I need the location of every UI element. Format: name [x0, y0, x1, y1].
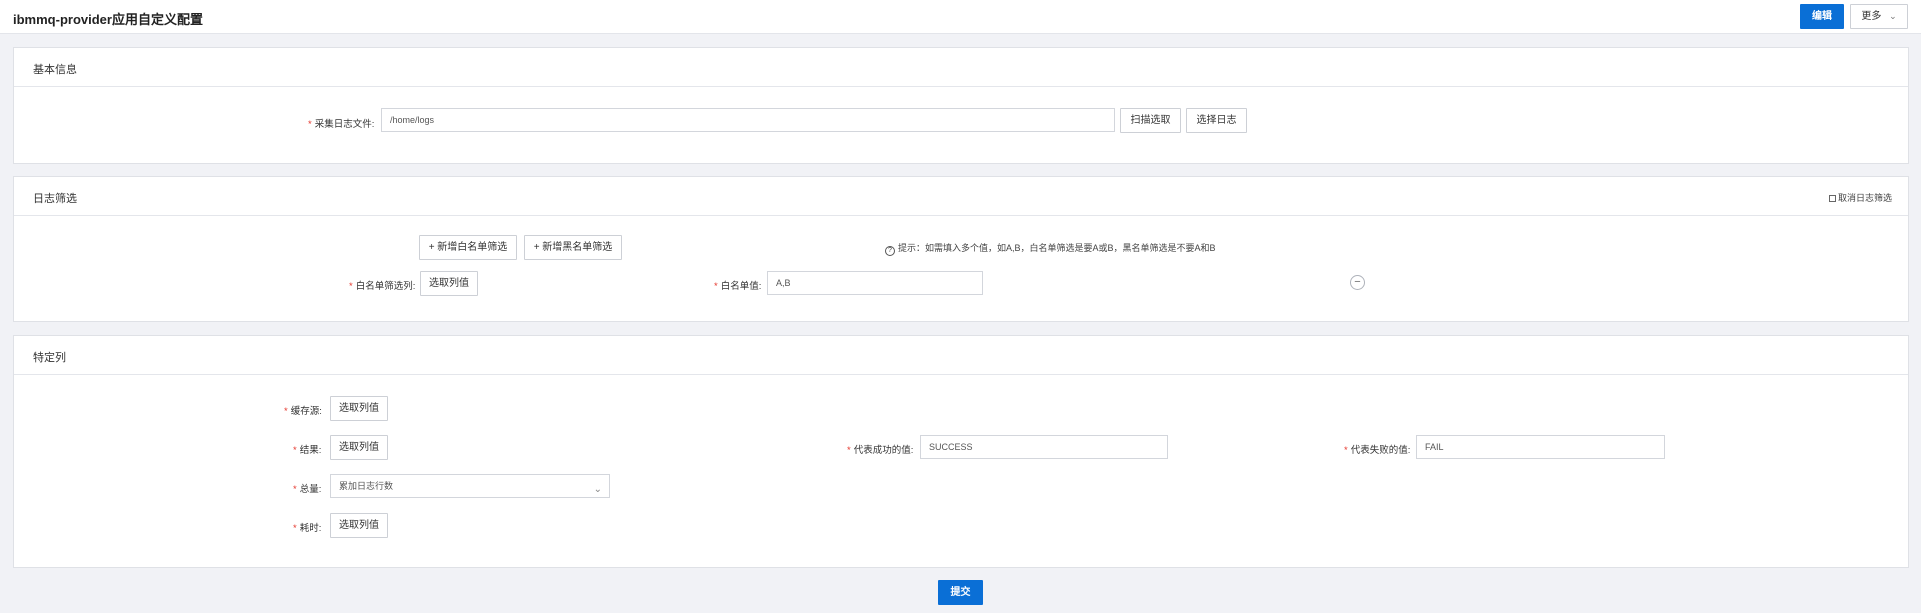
required-marker: *	[284, 406, 288, 417]
basic-info-title: 基本信息	[33, 64, 77, 76]
add-blacklist-button[interactable]: + 新增黑名单筛选	[524, 235, 622, 260]
cancel-icon	[1828, 195, 1836, 202]
whitelist-value-input[interactable]: A,B	[767, 271, 983, 295]
whitelist-column-label: * 白名单筛选列:	[349, 281, 416, 292]
required-marker: *	[847, 445, 851, 456]
select-log-button[interactable]: 选择日志	[1186, 108, 1247, 133]
filter-hint: ? 提示：如需填入多个值，如A,B，白名单筛选是要A或B，黑名单筛选是不要A和B	[885, 241, 1216, 256]
scan-select-button[interactable]: 扫描选取	[1120, 108, 1181, 133]
total-select-value: 累加日志行数	[339, 481, 394, 491]
specific-columns-card: 特定列 * 缓存源: 选取列值 * 结果: 选取列值 * 代表成功的值: SUCCES…	[13, 335, 1909, 568]
top-bar: ibmmq-provider应用自定义配置 编辑 更多 ⌄	[0, 0, 1921, 34]
log-filter-header: 日志筛选 取消日志筛选	[14, 177, 1908, 216]
whitelist-select-column-button[interactable]: 选取列值	[420, 271, 478, 296]
required-marker: *	[714, 281, 718, 292]
total-select[interactable]: 累加日志行数 ⌄	[330, 474, 610, 498]
result-label: * 结果:	[293, 445, 322, 456]
required-marker: *	[349, 281, 353, 292]
cache-source-label: * 缓存源:	[284, 406, 322, 417]
basic-info-header: 基本信息	[14, 48, 1908, 87]
success-value-label: * 代表成功的值:	[847, 445, 914, 456]
required-marker: *	[293, 445, 297, 456]
success-value-input[interactable]: SUCCESS	[920, 435, 1168, 459]
fail-value-label: * 代表失败的值:	[1344, 445, 1411, 456]
fail-value-input[interactable]: FAIL	[1416, 435, 1665, 459]
basic-info-card: 基本信息 * 采集日志文件: /home/logs 扫描选取 选择日志	[13, 47, 1909, 164]
duration-label: * 耗时:	[293, 523, 322, 534]
total-label: * 总量:	[293, 484, 322, 495]
whitelist-value-label: * 白名单值:	[714, 281, 762, 292]
required-marker: *	[293, 523, 297, 534]
log-filter-title: 日志筛选	[33, 193, 77, 205]
log-file-label: * 采集日志文件:	[308, 119, 375, 130]
question-icon: ?	[885, 246, 895, 256]
page-title: ibmmq-provider应用自定义配置	[13, 12, 203, 27]
required-marker: *	[308, 119, 312, 130]
chevron-down-icon: ⌄	[1889, 11, 1897, 21]
edit-button[interactable]: 编辑	[1800, 4, 1844, 29]
more-button[interactable]: 更多 ⌄	[1850, 4, 1908, 29]
more-button-label: 更多	[1861, 11, 1882, 22]
log-file-input[interactable]: /home/logs	[381, 108, 1115, 132]
specific-columns-header: 特定列	[14, 336, 1908, 375]
duration-select-button[interactable]: 选取列值	[330, 513, 388, 538]
result-select-button[interactable]: 选取列值	[330, 435, 388, 460]
cancel-log-filter-link[interactable]: 取消日志筛选	[1828, 191, 1892, 204]
specific-columns-title: 特定列	[33, 352, 66, 364]
add-whitelist-button[interactable]: + 新增白名单筛选	[419, 235, 517, 260]
required-marker: *	[293, 484, 297, 495]
remove-filter-icon[interactable]: −	[1350, 275, 1365, 290]
log-filter-card: 日志筛选 取消日志筛选 + 新增白名单筛选 + 新增黑名单筛选 ? 提示：如需填入…	[13, 176, 1909, 322]
submit-button[interactable]: 提交	[938, 580, 983, 605]
required-marker: *	[1344, 445, 1348, 456]
chevron-down-icon: ⌄	[593, 484, 602, 495]
cache-source-select-button[interactable]: 选取列值	[330, 396, 388, 421]
